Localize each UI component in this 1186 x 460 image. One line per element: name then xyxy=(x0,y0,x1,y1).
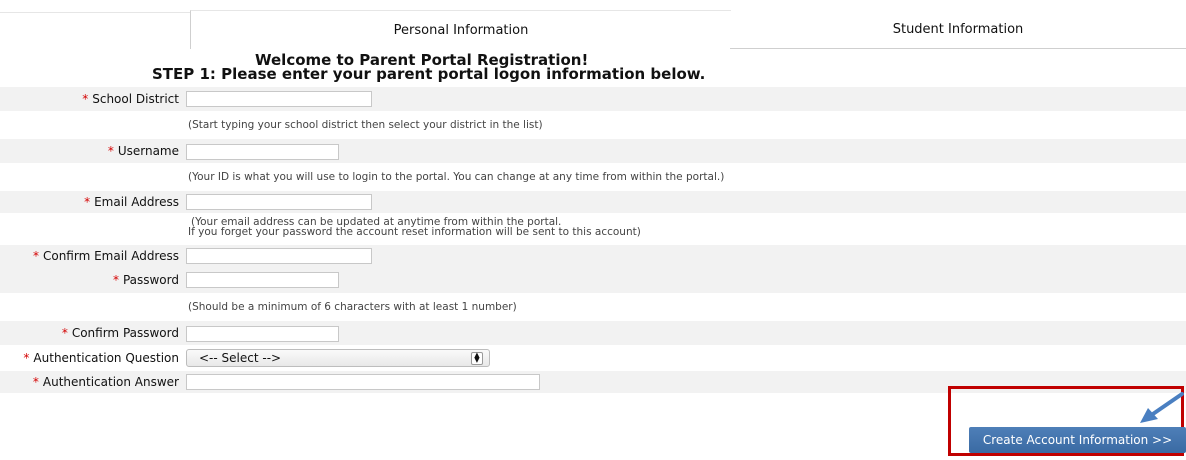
required-star: * xyxy=(32,249,39,263)
password-help: (Should be a minimum of 6 characters wit… xyxy=(188,301,517,313)
annotation-arrow-icon xyxy=(1140,392,1184,423)
required-star: * xyxy=(84,195,91,209)
auth-question-select[interactable]: <-- Select --> ▲ ▼ xyxy=(186,349,490,367)
required-star: * xyxy=(107,144,114,158)
email-input[interactable] xyxy=(186,194,372,210)
required-star: * xyxy=(112,273,119,287)
registration-form: * School District (Start typing your scho… xyxy=(0,87,1186,393)
required-star: * xyxy=(23,351,30,365)
school-district-row: * School District xyxy=(0,87,1186,111)
required-star: * xyxy=(32,375,39,389)
auth-question-label: * Authentication Question xyxy=(23,351,179,365)
password-help-row: (Should be a minimum of 6 characters wit… xyxy=(0,293,1186,321)
auth-answer-input[interactable] xyxy=(186,374,540,390)
confirm-email-row: * Confirm Email Address xyxy=(0,245,1186,267)
school-district-help-row: (Start typing your school district then … xyxy=(0,111,1186,139)
username-label: * Username xyxy=(107,144,179,158)
auth-question-selected: <-- Select --> xyxy=(199,351,282,365)
tab-student-information[interactable]: Student Information xyxy=(730,10,1186,49)
username-help-row: (Your ID is what you will use to login t… xyxy=(0,163,1186,191)
updown-arrow-icon: ▲ ▼ xyxy=(471,352,483,365)
confirm-password-input[interactable] xyxy=(186,326,339,342)
password-input[interactable] xyxy=(186,272,339,288)
school-district-help: (Start typing your school district then … xyxy=(188,119,543,131)
email-help-row: (Your email address can be updated at an… xyxy=(0,213,1186,245)
username-row: * Username xyxy=(0,139,1186,163)
auth-question-row: * Authentication Question <-- Select --> … xyxy=(0,345,1186,371)
confirm-password-label: * Confirm Password xyxy=(61,326,179,340)
username-input[interactable] xyxy=(186,144,339,160)
password-row: * Password xyxy=(0,267,1186,293)
required-star: * xyxy=(82,92,89,106)
confirm-password-row: * Confirm Password xyxy=(0,321,1186,345)
school-district-label: * School District xyxy=(82,92,179,106)
tab-bar: Personal Information Student Information xyxy=(0,0,1186,49)
step-instructions: STEP 1: Please enter your parent portal … xyxy=(152,65,706,83)
email-help-line2: If you forget your password the account … xyxy=(188,226,641,238)
email-row: * Email Address xyxy=(0,191,1186,213)
tab-spacer xyxy=(0,12,190,49)
required-star: * xyxy=(61,326,68,340)
school-district-input[interactable] xyxy=(186,91,372,107)
password-label: * Password xyxy=(112,273,179,287)
confirm-email-input[interactable] xyxy=(186,248,372,264)
auth-answer-label: * Authentication Answer xyxy=(32,375,179,389)
email-label: * Email Address xyxy=(84,195,179,209)
username-help: (Your ID is what you will use to login t… xyxy=(188,171,725,183)
create-account-button[interactable]: Create Account Information >> xyxy=(969,427,1186,453)
confirm-email-label: * Confirm Email Address xyxy=(32,249,179,263)
tab-personal-information[interactable]: Personal Information xyxy=(190,10,731,49)
